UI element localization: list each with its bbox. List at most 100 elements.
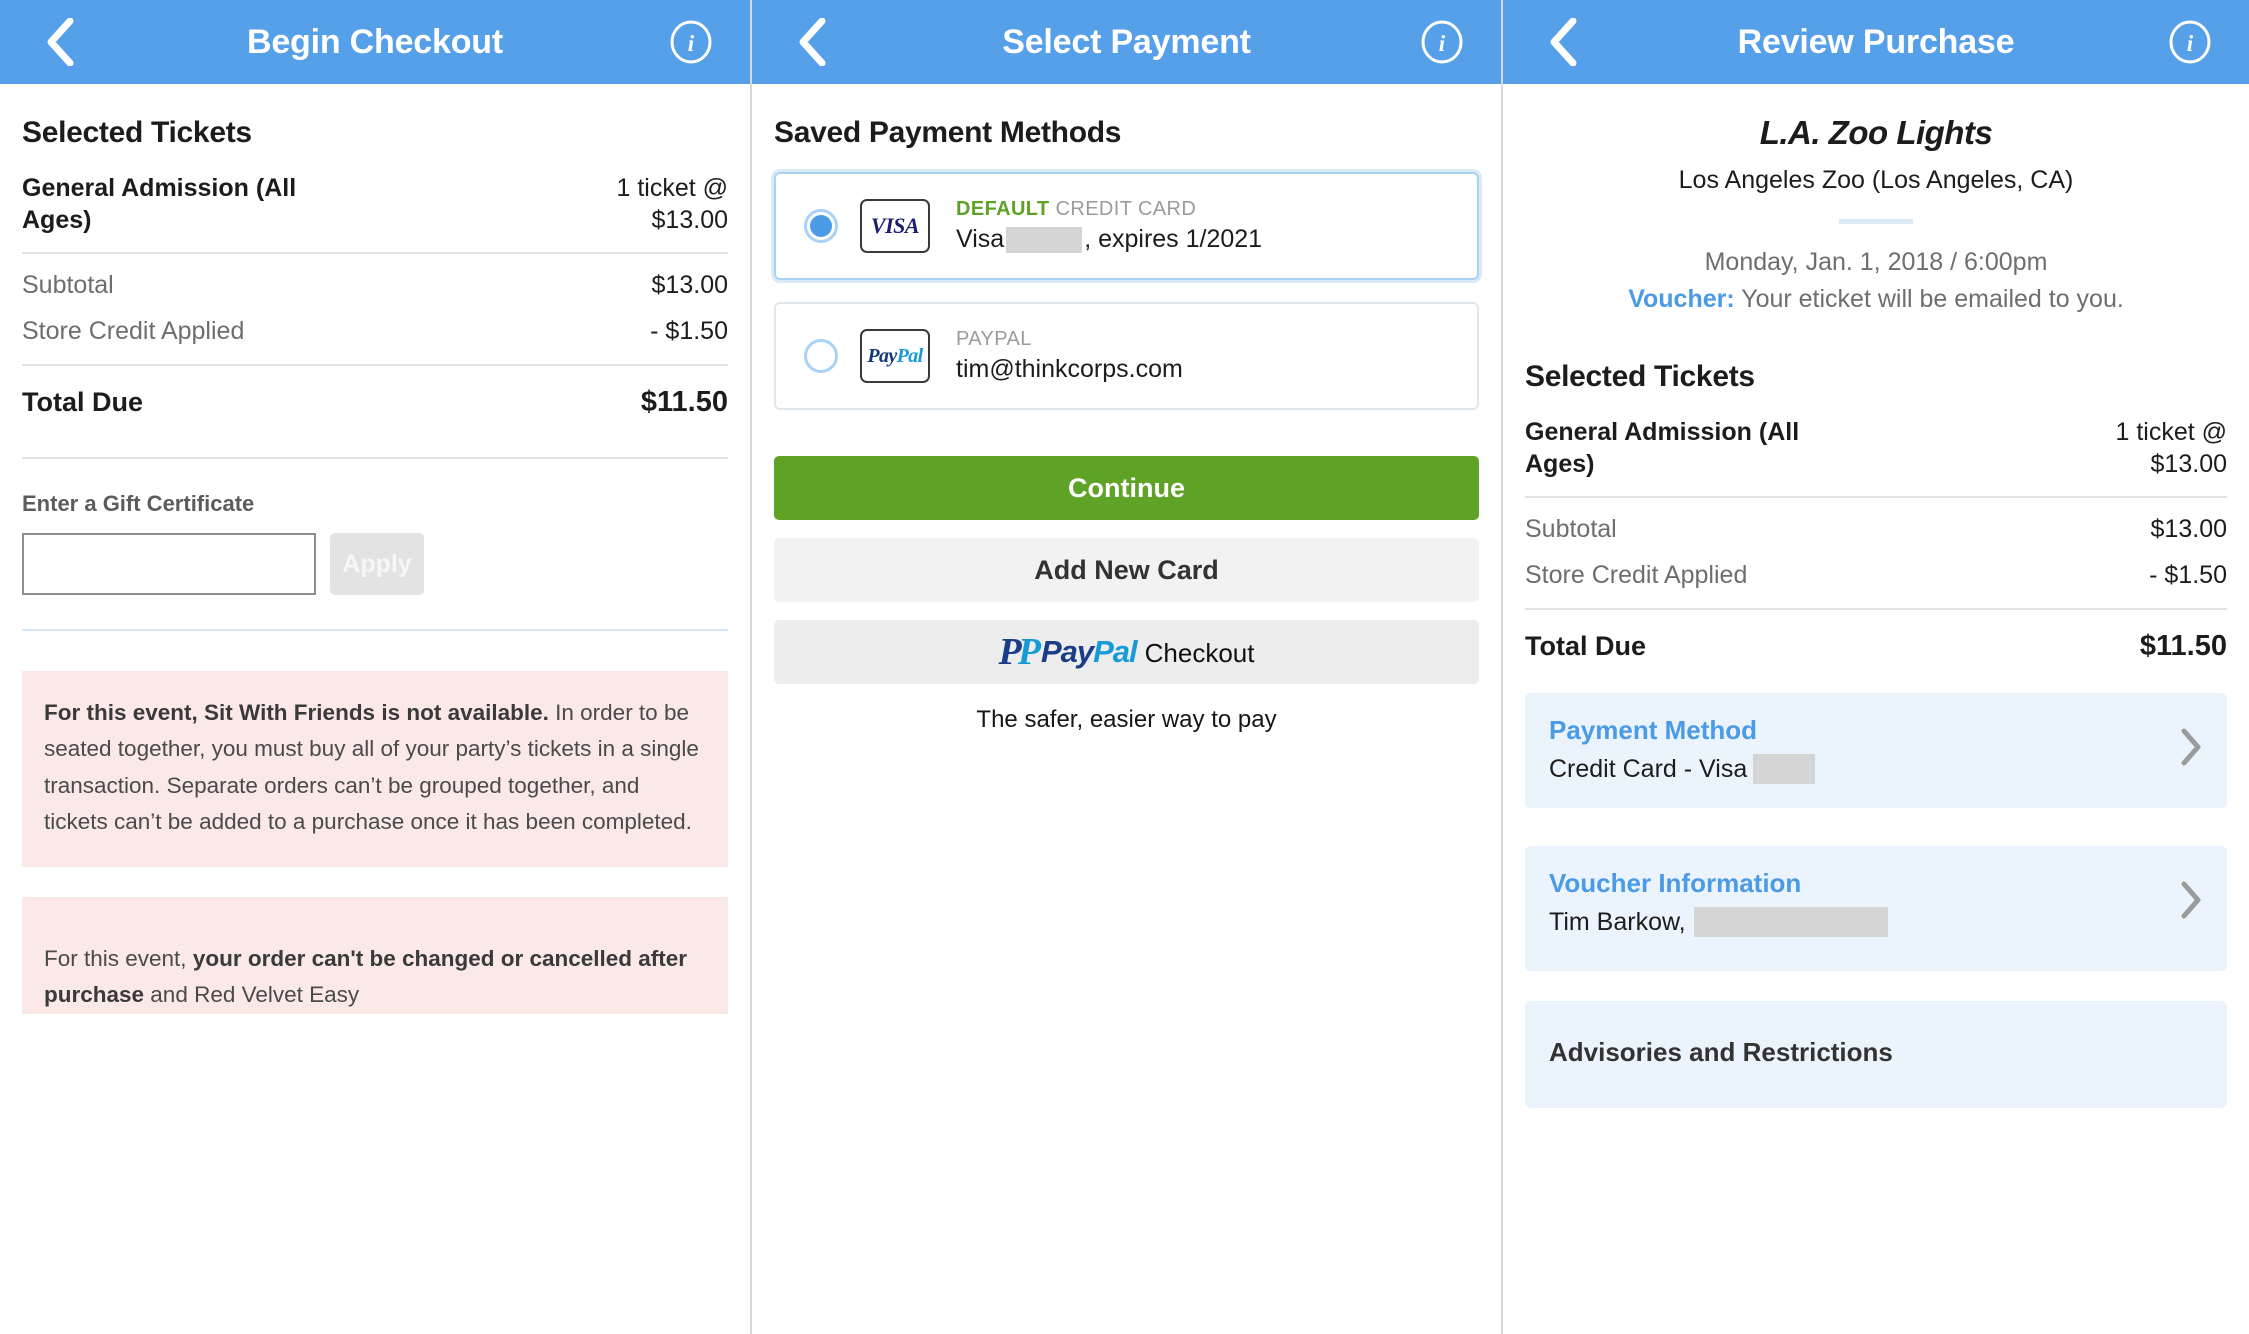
redacted-card-number bbox=[1006, 227, 1082, 253]
paypal-mark-icon: PP bbox=[999, 630, 1037, 674]
info-button[interactable]: i bbox=[1415, 15, 1469, 69]
voucher-text: Your eticket will be emailed to you. bbox=[1741, 285, 2124, 313]
ticket-qty-line: 1 ticket @ bbox=[616, 172, 728, 204]
store-credit-label: Store Credit Applied bbox=[22, 317, 244, 346]
summary-row-subtotal: Subtotal $13.00 bbox=[1525, 502, 2227, 548]
redacted-voucher-detail bbox=[1694, 907, 1888, 937]
alert-sit-with-friends: For this event, Sit With Friends is not … bbox=[22, 671, 728, 867]
default-badge: DEFAULT bbox=[956, 198, 1050, 220]
payment-method-text: PAYPAL tim@thinkcorps.com bbox=[956, 328, 1457, 384]
info-circle-icon: i bbox=[2168, 20, 2212, 64]
table-row: General Admission (All Ages) 1 ticket @ … bbox=[22, 172, 728, 254]
ticket-qty-line: 1 ticket @ bbox=[2115, 416, 2227, 448]
continue-button[interactable]: Continue bbox=[774, 456, 1479, 520]
total-due-value: $11.50 bbox=[2140, 630, 2227, 663]
event-venue: Los Angeles Zoo (Los Angeles, CA) bbox=[1525, 166, 2227, 195]
payment-body: Saved Payment Methods VISA DEFAULT CREDI… bbox=[752, 84, 1501, 1334]
paypal-tagline: The safer, easier way to pay bbox=[774, 706, 1479, 734]
page-title: Select Payment bbox=[1002, 23, 1251, 62]
advisories-card[interactable]: Advisories and Restrictions bbox=[1525, 1001, 2227, 1108]
back-button[interactable] bbox=[1535, 15, 1589, 69]
gift-certificate-row: Apply bbox=[22, 533, 728, 595]
panel-review-purchase: Review Purchase i L.A. Zoo Lights Los An… bbox=[1503, 0, 2249, 1334]
three-panel-screenshot: Begin Checkout i Selected Tickets Genera… bbox=[0, 0, 2249, 1334]
nav-bar-review-purchase: Review Purchase i bbox=[1503, 0, 2249, 84]
subtotal-label: Subtotal bbox=[1525, 515, 1617, 544]
page-title: Review Purchase bbox=[1738, 23, 2015, 62]
svg-text:i: i bbox=[2187, 31, 2194, 56]
event-title: L.A. Zoo Lights bbox=[1525, 114, 2227, 152]
apply-button[interactable]: Apply bbox=[330, 533, 424, 595]
voucher-information-card[interactable]: Voucher Information Tim Barkow, bbox=[1525, 846, 2227, 971]
chevron-right-icon bbox=[2179, 880, 2203, 925]
total-due-value: $11.50 bbox=[641, 386, 728, 419]
paypal-logo-icon: PayPal bbox=[860, 329, 930, 383]
payment-method-text: DEFAULT CREDIT CARD Visa , expires 1/2021 bbox=[956, 198, 1457, 254]
paypal-wordmark: PayPalCheckout bbox=[1041, 634, 1255, 670]
selected-tickets-heading: Selected Tickets bbox=[1525, 360, 2227, 394]
alert-lead: For this event, bbox=[44, 946, 193, 971]
back-button[interactable] bbox=[32, 15, 86, 69]
advisories-body: Advisories and Restrictions bbox=[1549, 1037, 2203, 1068]
summary-row-subtotal: Subtotal $13.00 bbox=[22, 258, 728, 304]
payment-method-paypal[interactable]: PayPal PAYPAL tim@thinkcorps.com bbox=[774, 302, 1479, 410]
info-button[interactable]: i bbox=[664, 15, 718, 69]
ticket-name: General Admission (All Ages) bbox=[1525, 416, 1855, 480]
radio-paypal[interactable] bbox=[804, 339, 838, 373]
card-type-label: CREDIT CARD bbox=[1050, 198, 1197, 220]
card-brand: Visa bbox=[956, 225, 1004, 254]
payment-method-detail: tim@thinkcorps.com bbox=[956, 355, 1457, 384]
payment-method-value: Credit Card - Visa bbox=[1549, 755, 1747, 784]
ticket-amount-line: $13.00 bbox=[616, 204, 728, 236]
subtotal-value: $13.00 bbox=[2151, 515, 2227, 544]
payment-method-detail: Visa , expires 1/2021 bbox=[956, 225, 1457, 254]
add-new-card-button[interactable]: Add New Card bbox=[774, 538, 1479, 602]
gift-certificate-label: Enter a Gift Certificate bbox=[22, 491, 728, 517]
ticket-name: General Admission (All Ages) bbox=[22, 172, 352, 236]
info-button[interactable]: i bbox=[2163, 15, 2217, 69]
svg-text:i: i bbox=[688, 31, 695, 56]
summary-row-store-credit: Store Credit Applied - $1.50 bbox=[22, 304, 728, 350]
store-credit-value: - $1.50 bbox=[650, 317, 728, 346]
divider bbox=[1839, 219, 1913, 224]
subtotal-label: Subtotal bbox=[22, 271, 114, 300]
card-expiry: , expires 1/2021 bbox=[1084, 225, 1262, 254]
voucher-information-body: Voucher Information Tim Barkow, bbox=[1549, 868, 2163, 937]
event-voucher-line: Voucher: Your eticket will be emailed to… bbox=[1525, 285, 2227, 314]
divider bbox=[22, 457, 728, 459]
radio-visa[interactable] bbox=[804, 209, 838, 243]
payment-method-visa[interactable]: VISA DEFAULT CREDIT CARD Visa, expires 1… bbox=[774, 172, 1479, 280]
voucher-name: Tim Barkow, bbox=[1549, 908, 1686, 937]
gift-certificate-input[interactable] bbox=[22, 533, 316, 595]
panel-begin-checkout: Begin Checkout i Selected Tickets Genera… bbox=[0, 0, 750, 1334]
chevron-left-icon bbox=[796, 18, 826, 66]
chevron-left-icon bbox=[1547, 18, 1577, 66]
saved-payment-methods-heading: Saved Payment Methods bbox=[774, 116, 1479, 150]
alert-tail: and Red Velvet Easy bbox=[144, 982, 359, 1007]
voucher-label: Voucher: bbox=[1628, 285, 1735, 313]
subtotal-value: $13.00 bbox=[652, 271, 728, 300]
payment-method-kicker: PAYPAL bbox=[956, 328, 1457, 351]
paypal-word-pay: Pay bbox=[1041, 634, 1093, 669]
alert-heading: For this event, Sit With Friends is not … bbox=[44, 700, 549, 725]
payment-method-title: Payment Method bbox=[1549, 715, 2163, 746]
selected-tickets-heading: Selected Tickets bbox=[22, 116, 728, 150]
total-due-label: Total Due bbox=[1525, 631, 1646, 662]
total-due-row: Total Due $11.50 bbox=[22, 366, 728, 419]
total-due-label: Total Due bbox=[22, 387, 143, 418]
paypal-checkout-button[interactable]: PP PayPalCheckout bbox=[774, 620, 1479, 684]
paypal-logo-text: PayPal bbox=[867, 345, 922, 368]
voucher-information-sub: Tim Barkow, bbox=[1549, 907, 2163, 937]
payment-method-card[interactable]: Payment Method Credit Card - Visa bbox=[1525, 693, 2227, 808]
alert-no-changes: For this event, your order can't be chan… bbox=[22, 897, 728, 1014]
ticket-price: 1 ticket @ $13.00 bbox=[616, 172, 728, 236]
redacted-card-number bbox=[1753, 754, 1815, 784]
checkout-body: Selected Tickets General Admission (All … bbox=[0, 84, 750, 1334]
review-body: L.A. Zoo Lights Los Angeles Zoo (Los Ang… bbox=[1503, 84, 2249, 1334]
total-due-row: Total Due $11.50 bbox=[1525, 610, 2227, 663]
back-button[interactable] bbox=[784, 15, 838, 69]
nav-bar-select-payment: Select Payment i bbox=[752, 0, 1501, 84]
summary-row-store-credit: Store Credit Applied - $1.50 bbox=[1525, 548, 2227, 594]
payment-method-kicker: DEFAULT CREDIT CARD bbox=[956, 198, 1457, 221]
paypal-checkout-label: Checkout bbox=[1145, 638, 1255, 668]
